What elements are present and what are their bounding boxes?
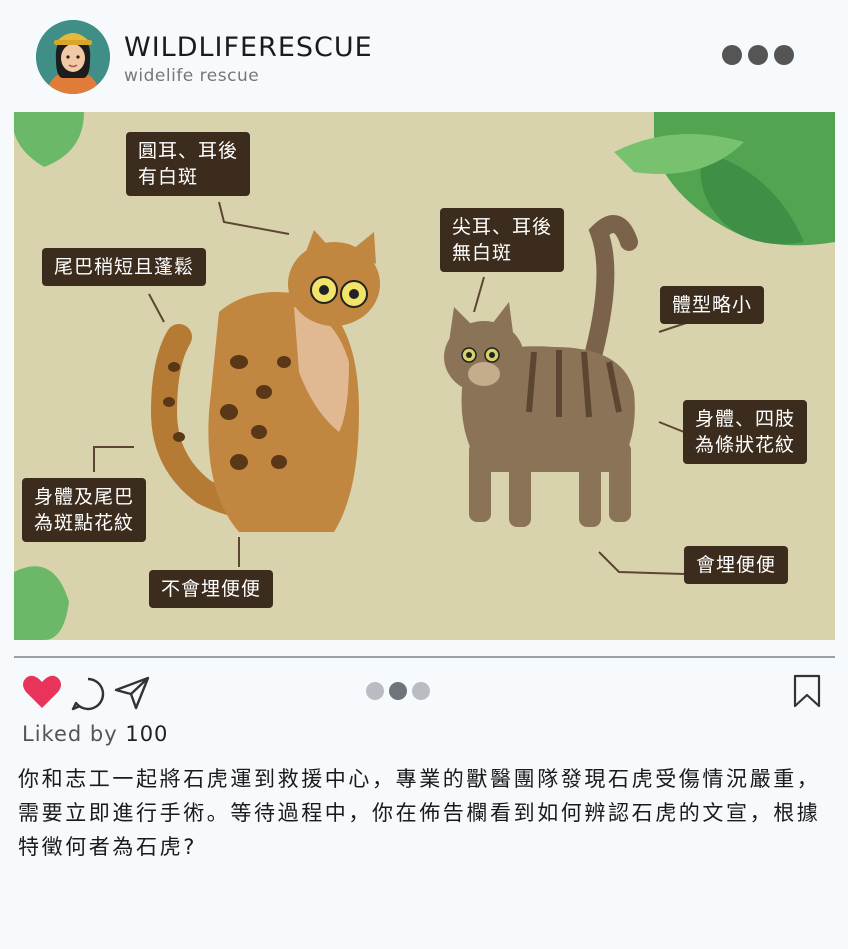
account-username[interactable]: WILDLIFERESCUE (124, 32, 373, 63)
likes-count[interactable]: Liked by 100 (22, 722, 168, 746)
more-dot (774, 45, 794, 65)
more-dot (748, 45, 768, 65)
more-options-icon[interactable] (722, 45, 794, 65)
label-no-bury: 不會埋便便 (149, 570, 274, 608)
post-image[interactable]: 圓耳、耳後 有白斑 尾巴稍短且蓬鬆 身體及尾巴 為斑點花紋 不會埋便便 尖耳、耳… (14, 112, 835, 640)
more-dot (722, 45, 742, 65)
divider (14, 656, 835, 658)
label-spots-pattern: 身體及尾巴 為斑點花紋 (22, 478, 147, 542)
label-tail-short: 尾巴稍短且蓬鬆 (42, 248, 207, 286)
comment-icon[interactable] (70, 676, 106, 712)
label-smaller-body: 體型略小 (660, 286, 765, 324)
account-subtitle: widelife rescue (124, 66, 260, 86)
likes-number: 100 (125, 722, 169, 746)
send-icon[interactable] (114, 676, 150, 710)
label-pointy-ears: 尖耳、耳後 無白斑 (440, 208, 565, 272)
carousel-dot-active (389, 682, 407, 700)
label-stripes-pattern: 身體、四肢 為條狀花紋 (683, 400, 808, 464)
label-round-ears: 圓耳、耳後 有白斑 (126, 132, 251, 196)
likes-prefix: Liked by (22, 722, 118, 746)
heart-icon[interactable] (22, 674, 62, 710)
carousel-indicator (366, 682, 430, 700)
post-caption: 你和志工一起將石虎運到救援中心，專業的獸醫團隊發現石虎受傷情況嚴重，需要立即進行… (18, 767, 821, 859)
label-bury: 會埋便便 (684, 546, 789, 584)
carousel-dot (412, 682, 430, 700)
avatar-illustration (36, 20, 110, 94)
bookmark-icon[interactable] (792, 674, 822, 708)
carousel-dot (366, 682, 384, 700)
post-header: WILDLIFERESCUE widelife rescue (0, 0, 848, 110)
avatar[interactable] (36, 20, 110, 94)
